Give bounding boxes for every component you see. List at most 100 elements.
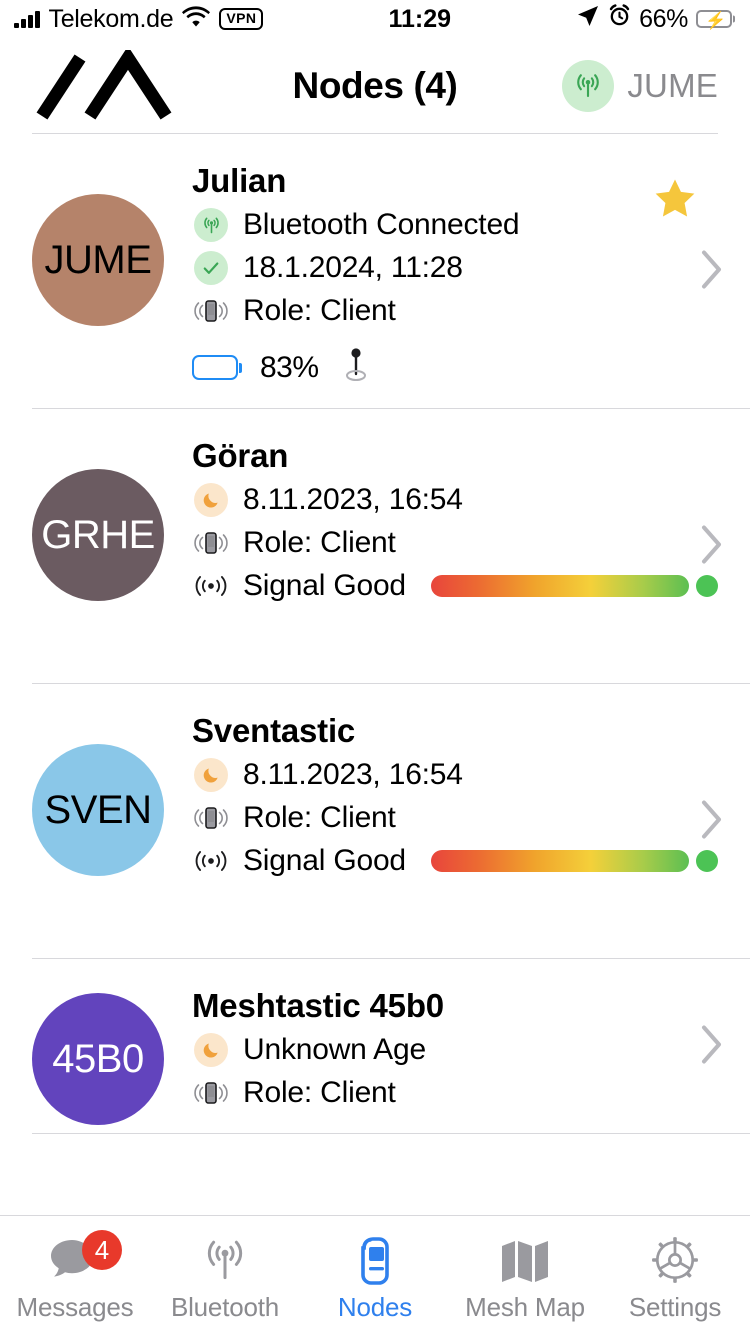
nav-bar: Nodes (4) JUME [32, 38, 718, 134]
signal-knob [696, 850, 718, 872]
mobile-phone-icon [355, 1234, 395, 1286]
node-signal-line: Signal Good [192, 842, 718, 880]
avatar-initials: GRHE [41, 512, 155, 557]
node-battery-text: 83% [260, 350, 319, 384]
phone-waves-icon [192, 292, 230, 330]
node-name: Julian [192, 162, 287, 199]
page-title: Nodes (4) [292, 64, 458, 106]
table-row[interactable]: SVEN Sventastic 8.11.2023, 16:54 Role: C… [0, 684, 750, 959]
signal-strength-bar [430, 850, 718, 872]
signal-strength-bar [430, 575, 718, 597]
node-info: Meshtastic 45b0 Unknown Age Role: Client [164, 985, 718, 1117]
tab-label: Nodes [337, 1292, 413, 1322]
status-bar-right: 66% ⚡ [576, 4, 732, 35]
node-name: Göran [192, 437, 289, 474]
battery-icon [192, 355, 238, 380]
node-lastheard-text: 8.11.2023, 16:54 [243, 483, 463, 516]
node-role-text: Role: Client [243, 1076, 396, 1109]
carrier-label: Telekom.de [48, 4, 174, 33]
node-lastheard-line: 8.11.2023, 16:54 [192, 756, 718, 794]
tab-settings[interactable]: Settings [600, 1234, 750, 1323]
wifi-icon [182, 5, 211, 34]
node-status-text: Bluetooth Connected [243, 208, 520, 241]
tab-nodes[interactable]: Nodes [300, 1234, 450, 1323]
node-lastheard-text: 18.1.2024, 11:28 [243, 251, 463, 284]
map-pin-icon[interactable] [341, 346, 371, 389]
tab-messages[interactable]: 4 Messages [0, 1230, 150, 1323]
node-name: Sventastic [192, 712, 356, 749]
tab-label: Bluetooth [170, 1292, 280, 1322]
status-bar-left: Telekom.de VPN [14, 4, 264, 34]
chevron-right-icon[interactable] [700, 248, 724, 295]
antenna-icon [562, 59, 615, 112]
node-role-text: Role: Client [243, 801, 396, 834]
table-row[interactable]: 45B0 Meshtastic 45b0 Unknown Age Role: C… [0, 959, 750, 1134]
tab-label: Messages [16, 1292, 134, 1322]
node-battery-line: 83% [192, 346, 718, 389]
chevron-right-icon[interactable] [700, 1023, 724, 1070]
signal-waves-icon [192, 567, 230, 605]
node-role-line: Role: Client [192, 292, 718, 330]
node-role-text: Role: Client [243, 294, 396, 327]
meshtastic-logo-icon [32, 45, 182, 122]
avatar-initials: 45B0 [52, 1036, 144, 1081]
status-bar-time: 11:29 [388, 4, 452, 33]
bluetooth-antenna-icon [192, 206, 230, 244]
avatar: SVEN [32, 744, 164, 876]
phone-waves-icon [192, 524, 230, 562]
signal-waves-icon [192, 842, 230, 880]
node-lastheard-line: 18.1.2024, 11:28 [192, 249, 718, 287]
node-info: Julian Bluetooth Connected 18.1.2024, 11… [164, 160, 718, 389]
phone-waves-icon [192, 1074, 230, 1112]
favorite-star-icon[interactable] [652, 176, 698, 227]
row-divider [32, 1133, 750, 1134]
avatar-initials: SVEN [44, 787, 152, 832]
node-list[interactable]: JUME Julian Bluetooth Connected 18.1.202… [0, 134, 750, 1215]
tab-bluetooth[interactable]: Bluetooth [150, 1234, 300, 1323]
node-info: Sventastic 8.11.2023, 16:54 Role: Client… [164, 710, 718, 885]
tab-bar[interactable]: 4 Messages Bluetooth Nodes Mesh Map Sett… [0, 1215, 750, 1334]
tab-label: Settings [628, 1292, 722, 1322]
signal-knob [696, 575, 718, 597]
moon-icon [192, 481, 230, 519]
moon-icon [192, 756, 230, 794]
moon-icon [192, 1031, 230, 1069]
location-arrow-icon [576, 4, 600, 35]
phone-waves-icon [192, 799, 230, 837]
node-lastheard-line: Unknown Age [192, 1031, 718, 1069]
battery-charging-icon: ⚡ [696, 10, 732, 30]
status-bar: Telekom.de VPN 11:29 66% ⚡ [0, 0, 750, 38]
connected-node-label: JUME [627, 66, 718, 104]
avatar-initials: JUME [44, 237, 152, 282]
node-signal-text: Signal Good [243, 569, 406, 602]
antenna-icon [200, 1234, 250, 1286]
cellular-bars-icon [14, 10, 40, 28]
node-role-line: Role: Client [192, 799, 718, 837]
tab-mesh-map[interactable]: Mesh Map [450, 1234, 600, 1323]
app-screen: Telekom.de VPN 11:29 66% ⚡ Nodes (4) JUM… [0, 0, 750, 1334]
node-name: Meshtastic 45b0 [192, 987, 444, 1024]
node-role-text: Role: Client [243, 526, 396, 559]
node-info: Göran 8.11.2023, 16:54 Role: Client Sign… [164, 435, 718, 610]
node-signal-line: Signal Good [192, 567, 718, 605]
chevron-right-icon[interactable] [700, 798, 724, 845]
node-lastheard-text: Unknown Age [243, 1033, 426, 1066]
alarm-clock-icon [608, 4, 631, 34]
speech-bubble-icon: 4 [48, 1230, 122, 1286]
tab-label: Mesh Map [465, 1292, 585, 1322]
table-row[interactable]: GRHE Göran 8.11.2023, 16:54 Role: Client… [0, 409, 750, 684]
map-icon [499, 1234, 551, 1286]
check-icon [192, 249, 230, 287]
connection-indicator[interactable]: JUME [562, 59, 718, 112]
battery-percent-label: 66% [639, 4, 688, 33]
table-row[interactable]: JUME Julian Bluetooth Connected 18.1.202… [0, 134, 750, 409]
node-lastheard-text: 8.11.2023, 16:54 [243, 758, 463, 791]
node-signal-text: Signal Good [243, 844, 406, 877]
node-role-line: Role: Client [192, 524, 718, 562]
avatar: JUME [32, 194, 164, 326]
avatar: GRHE [32, 469, 164, 601]
chevron-right-icon[interactable] [700, 523, 724, 570]
messages-badge: 4 [82, 1230, 122, 1270]
vpn-badge: VPN [219, 8, 264, 30]
avatar: 45B0 [32, 993, 164, 1125]
